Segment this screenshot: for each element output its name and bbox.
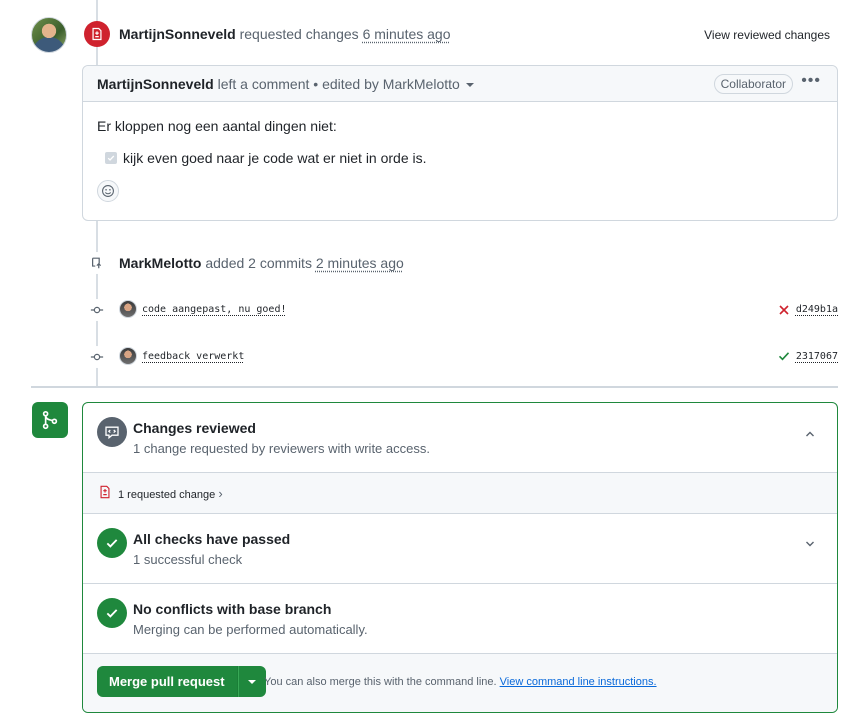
collaborator-badge: Collaborator xyxy=(713,74,793,94)
review-action: requested changes xyxy=(239,26,359,42)
changes-requested-icon xyxy=(84,21,110,47)
merge-pull-request-button[interactable]: Merge pull request xyxy=(97,666,238,697)
no-conflicts-check-icon xyxy=(97,598,127,628)
commit-sha-link[interactable]: d249b1a xyxy=(796,304,838,315)
commit-icon xyxy=(86,346,108,368)
commits-event-header: MarkMelotto added 2 commits 2 minutes ag… xyxy=(119,255,404,271)
comment-body: Er kloppen nog een aantal dingen niet: k… xyxy=(83,102,837,218)
chevron-down-icon[interactable] xyxy=(805,539,815,549)
review-header: MartijnSonneveld requested changes 6 min… xyxy=(119,26,451,42)
commits-time-link[interactable]: 2 minutes ago xyxy=(316,255,404,271)
commits-action: added 2 commits xyxy=(205,255,312,271)
file-diff-icon xyxy=(100,485,110,499)
checks-subtitle: 1 successful check xyxy=(133,552,243,567)
commit-author-avatar[interactable] xyxy=(119,300,137,318)
changes-reviewed-title: Changes reviewed xyxy=(133,420,256,436)
chevron-up-icon[interactable] xyxy=(805,429,815,439)
requested-change-link[interactable]: 1 requested change › xyxy=(118,486,223,501)
commit-icon xyxy=(86,299,108,321)
command-line-instructions-link[interactable]: View command line instructions. xyxy=(500,676,657,688)
comment-header: MartijnSonneveld left a comment • edited… xyxy=(83,66,837,102)
changes-reviewed-subtitle: 1 change requested by reviewers with wri… xyxy=(133,441,430,456)
checks-passed-icon xyxy=(97,528,127,558)
task-list-item: kijk even goed naar je code wat er niet … xyxy=(97,150,823,166)
add-reaction-smiley-icon[interactable] xyxy=(97,180,119,202)
merge-actions: Merge pull request You can also merge th… xyxy=(83,654,837,712)
commit-author-avatar[interactable] xyxy=(119,347,137,365)
checks-title: All checks have passed xyxy=(133,531,291,547)
merge-hint: You can also merge this with the command… xyxy=(264,676,657,688)
review-comment: MartijnSonneveld left a comment • edited… xyxy=(82,65,838,221)
edit-history-caret-icon[interactable] xyxy=(465,82,474,87)
timeline-divider xyxy=(31,386,838,388)
git-merge-icon xyxy=(32,402,68,438)
comment-meta[interactable]: left a comment • edited by MarkMelotto xyxy=(218,76,460,92)
requested-change-row[interactable]: 1 requested change › xyxy=(83,473,837,514)
push-icon xyxy=(86,252,108,274)
check-failed-x-icon[interactable] xyxy=(778,304,790,316)
comment-text: Er kloppen nog een aantal dingen niet: xyxy=(97,118,337,134)
checks-section[interactable]: All checks have passed 1 successful chec… xyxy=(83,514,837,584)
conflicts-title: No conflicts with base branch xyxy=(133,601,332,617)
changes-reviewed-section[interactable]: Changes reviewed 1 change requested by r… xyxy=(83,403,837,473)
merge-button-group: Merge pull request xyxy=(97,666,266,697)
caret-down-icon xyxy=(248,679,257,684)
task-checkbox[interactable] xyxy=(105,152,117,164)
comment-options-kebab-icon[interactable]: ••• xyxy=(801,72,821,90)
merge-hint-text: You can also merge this with the command… xyxy=(264,676,497,688)
review-comment-icon xyxy=(97,417,127,447)
check-passed-icon[interactable] xyxy=(778,350,790,362)
task-text: kijk even goed naar je code wat er niet … xyxy=(123,150,427,166)
view-reviewed-changes-link[interactable]: View reviewed changes xyxy=(704,28,830,42)
commits-author-link[interactable]: MarkMelotto xyxy=(119,255,201,271)
reviewer-avatar[interactable] xyxy=(31,17,67,53)
merge-box: Changes reviewed 1 change requested by r… xyxy=(82,402,838,713)
commit-message-link[interactable]: code aangepast, nu goed! xyxy=(142,304,287,315)
conflicts-section: No conflicts with base branch Merging ca… xyxy=(83,584,837,654)
review-time-link[interactable]: 6 minutes ago xyxy=(363,26,451,42)
merge-options-dropdown[interactable] xyxy=(237,666,266,697)
review-author-link[interactable]: MartijnSonneveld xyxy=(119,26,236,42)
conflicts-subtitle: Merging can be performed automatically. xyxy=(133,622,368,637)
commit-sha-link[interactable]: 2317067 xyxy=(796,351,838,362)
commit-message-link[interactable]: feedback verwerkt xyxy=(142,351,244,362)
comment-author-link[interactable]: MartijnSonneveld xyxy=(97,76,214,92)
